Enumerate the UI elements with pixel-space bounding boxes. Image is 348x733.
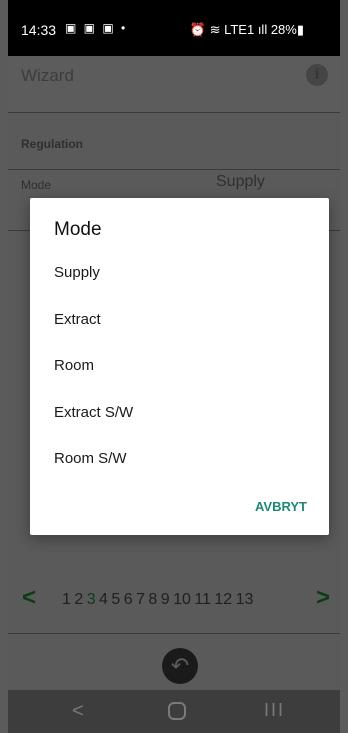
option-room-sw[interactable]: Room S/W [54,450,127,467]
home-icon[interactable] [168,702,186,720]
pages-after[interactable]: 4 5 6 7 8 9 10 11 12 13 [96,591,253,608]
current-page[interactable]: 3 [87,591,96,608]
dialog-title: Mode [54,219,102,240]
divider [8,633,340,634]
status-bar: 14:33 ▣ ▣ ▣ • ⏰ ≋ LTE1 ıll 28%▮ [8,0,340,56]
option-extract-sw[interactable]: Extract S/W [54,404,133,421]
recents-icon[interactable]: III [264,700,285,721]
pages-before[interactable]: 1 2 [62,591,87,608]
pager: < 1 2 3 4 5 6 7 8 9 10 11 12 13 > [8,584,340,616]
notification-icons: ▣ ▣ ▣ • [65,21,128,35]
status-icons: ⏰ ≋ LTE1 ıll 28%▮ [189,22,304,37]
status-time: 14:33 [21,22,57,38]
mode-dialog: Mode Supply Extract Room Extract S/W Roo… [30,198,329,535]
prev-page-button[interactable]: < [22,584,36,612]
section-title: Regulation [21,137,83,151]
mode-value: Supply [216,173,265,190]
mode-label: Mode [21,178,52,192]
page-numbers: 1 2 3 4 5 6 7 8 9 10 11 12 13 [62,591,253,609]
cancel-button[interactable]: AVBRYT [255,499,307,514]
option-extract[interactable]: Extract [54,311,101,328]
section-header: Regulation [8,113,340,170]
system-nav-bar: < III [8,690,340,733]
option-supply[interactable]: Supply [54,264,100,281]
page-title: Wizard [21,66,74,85]
next-page-button[interactable]: > [316,584,330,612]
undo-icon[interactable]: ↶ [162,648,198,684]
info-icon[interactable]: i [306,64,328,86]
back-icon[interactable]: < [72,700,84,723]
option-room[interactable]: Room [54,357,94,374]
app-bar: Wizard i [8,56,340,113]
